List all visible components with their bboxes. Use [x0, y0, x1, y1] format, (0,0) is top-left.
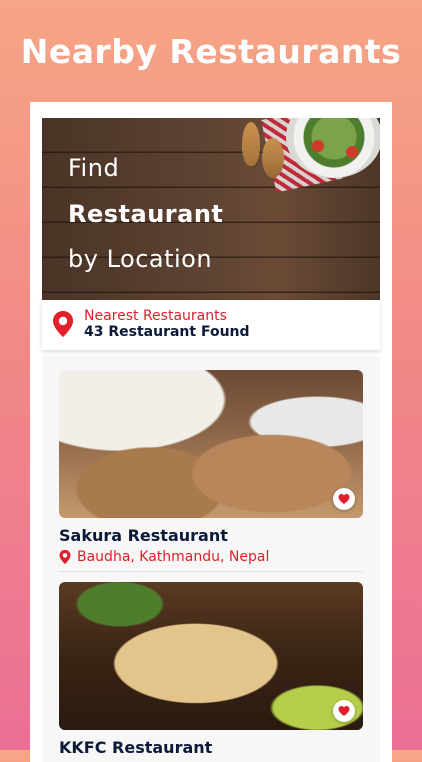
headline: Nearby Restaurants	[20, 32, 402, 71]
restaurant-count: 43 Restaurant Found	[84, 324, 250, 340]
restaurant-photo	[59, 370, 363, 518]
favorite-button[interactable]	[333, 488, 355, 510]
restaurant-location: Baudha, Kathmandu, Nepal	[59, 549, 363, 565]
restaurant-card[interactable]: KKFC Restaurant	[59, 582, 363, 757]
nearest-restaurants-label: Nearest Restaurants	[84, 308, 227, 324]
hero-line-find: Find	[68, 154, 120, 182]
favorite-button[interactable]	[333, 700, 355, 722]
restaurant-card[interactable]: Sakura Restaurant Baudha, Kathmandu, Nep…	[59, 370, 363, 572]
heart-icon	[338, 494, 350, 504]
spoon-decoration	[242, 122, 260, 166]
spoon-decoration	[262, 138, 284, 178]
hero-banner: Find Restaurant by Location	[42, 118, 380, 300]
phone-screen: Find Restaurant by Location Nearest Rest…	[30, 102, 392, 762]
nearest-restaurants-bar[interactable]: Nearest Restaurants 43 Restaurant Found	[42, 300, 380, 350]
hero-line-restaurant: Restaurant	[68, 200, 224, 228]
restaurant-name[interactable]: Sakura Restaurant	[59, 526, 363, 545]
location-pin-icon	[53, 311, 73, 337]
restaurant-list: Sakura Restaurant Baudha, Kathmandu, Nep…	[42, 356, 380, 762]
divider	[59, 571, 363, 572]
heart-icon	[338, 706, 350, 716]
restaurant-name[interactable]: KKFC Restaurant	[59, 738, 363, 757]
restaurant-location-text: Baudha, Kathmandu, Nepal	[77, 549, 270, 565]
restaurant-photo	[59, 582, 363, 730]
location-pin-icon	[59, 549, 71, 565]
hero-line-by-location: by Location	[68, 245, 213, 273]
